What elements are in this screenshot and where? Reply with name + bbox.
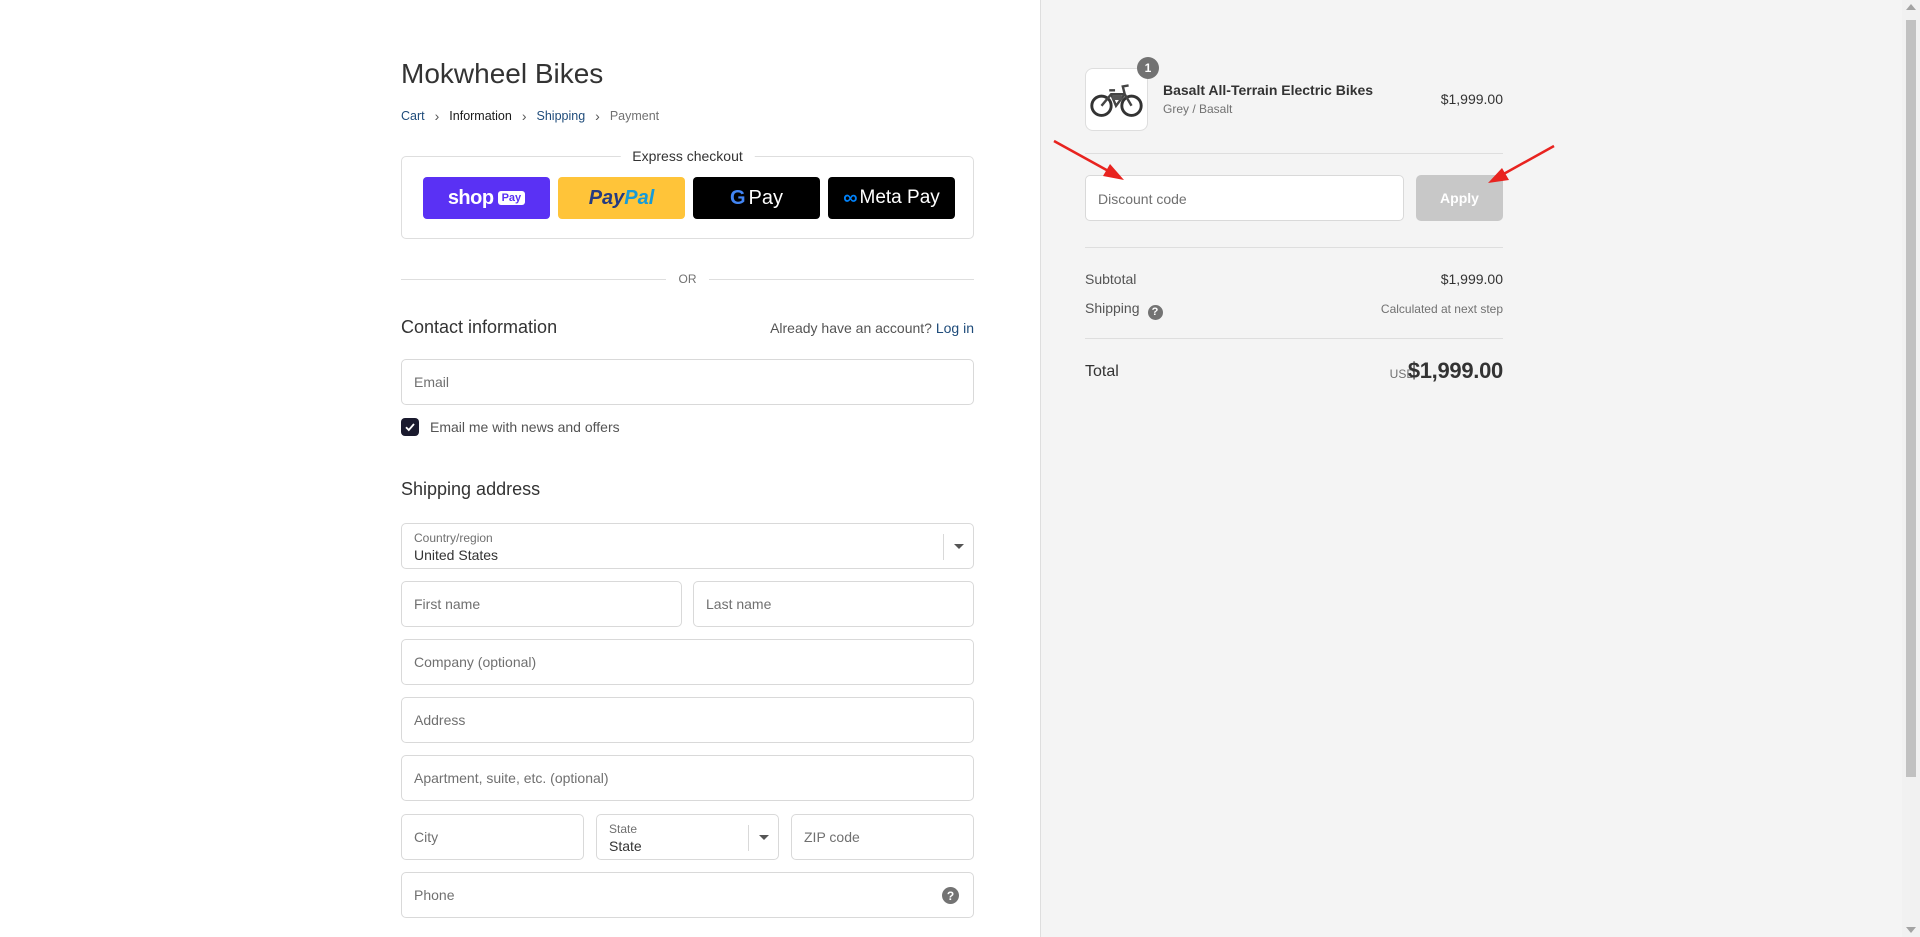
apply-button[interactable]: Apply: [1416, 175, 1503, 221]
paypal-button[interactable]: Pay Pal: [558, 177, 685, 219]
or-text: OR: [678, 272, 697, 286]
city-placeholder: City: [414, 829, 439, 845]
breadcrumb-payment: Payment: [609, 109, 660, 123]
discount-code-placeholder: Discount code: [1098, 191, 1187, 207]
last-name-field[interactable]: Last name: [693, 581, 974, 627]
product-thumbnail: [1085, 68, 1148, 131]
breadcrumb-cart[interactable]: Cart: [401, 109, 425, 123]
state-value: State: [609, 838, 642, 854]
electric-bike-image: [1090, 84, 1143, 117]
scroll-down-arrow-icon[interactable]: [1906, 927, 1916, 933]
newsletter-label: Email me with news and offers: [430, 419, 620, 435]
contact-information-title: Contact information: [401, 317, 558, 337]
google-pay-label: Pay: [748, 186, 784, 209]
company-placeholder: Company (optional): [414, 654, 537, 670]
zip-code-field[interactable]: ZIP code: [791, 814, 974, 860]
store-title[interactable]: Mokwheel Bikes: [401, 58, 603, 90]
scroll-up-arrow-icon[interactable]: [1906, 4, 1916, 10]
express-checkout-label: Express checkout: [620, 148, 755, 164]
apartment-placeholder: Apartment, suite, etc. (optional): [414, 770, 609, 786]
account-prompt-text: Already have an account?: [770, 320, 932, 336]
state-select[interactable]: State State: [596, 814, 779, 860]
country-value: United States: [414, 547, 499, 563]
newsletter-checkbox-row[interactable]: Email me with news and offers: [401, 418, 620, 436]
divider: [1085, 247, 1503, 248]
chevron-down-icon: [748, 825, 778, 851]
product-variant: Grey / Basalt: [1163, 102, 1233, 116]
scrollbar-thumb[interactable]: [1906, 20, 1916, 777]
zip-code-placeholder: ZIP code: [804, 829, 860, 845]
email-placeholder: Email: [414, 374, 450, 390]
shipping-label: Shipping: [1085, 300, 1140, 316]
log-in-link[interactable]: Log in: [936, 320, 974, 336]
apartment-field[interactable]: Apartment, suite, etc. (optional): [401, 755, 974, 801]
meta-pay-button[interactable]: ∞ Meta Pay: [828, 177, 955, 219]
subtotal-value: $1,999.00: [1440, 271, 1503, 287]
address-field[interactable]: Address: [401, 697, 974, 743]
first-name-placeholder: First name: [414, 596, 481, 612]
divider: [1085, 338, 1503, 339]
help-icon[interactable]: ?: [1147, 304, 1163, 320]
meta-logo-icon: ∞: [843, 186, 858, 209]
page-scrollbar[interactable]: [1902, 0, 1920, 937]
newsletter-checkbox[interactable]: [401, 418, 419, 436]
total-value: $1,999.00: [1407, 358, 1503, 383]
phone-placeholder: Phone: [414, 887, 455, 903]
meta-pay-label: Meta Pay: [859, 187, 940, 208]
product-price: $1,999.00: [1440, 91, 1503, 107]
shipping-address-title: Shipping address: [401, 479, 541, 499]
paypal-logo-part1: Pay: [588, 186, 625, 209]
shop-pay-button[interactable]: shop Pay: [423, 177, 550, 219]
chevron-right-icon: ›: [595, 108, 600, 124]
address-placeholder: Address: [414, 712, 466, 728]
checkout-form-pane: Mokwheel Bikes Cart › Information › Ship…: [0, 0, 1040, 937]
account-prompt: Already have an account? Log in: [770, 320, 974, 336]
divider-line: [401, 279, 666, 280]
breadcrumb-information: Information: [449, 109, 512, 123]
google-g-icon: G: [729, 186, 746, 209]
product-name: Basalt All-Terrain Electric Bikes: [1163, 82, 1374, 98]
paypal-logo-part2: Pal: [624, 186, 655, 209]
city-field[interactable]: City: [401, 814, 584, 860]
discount-code-field[interactable]: Discount code: [1085, 175, 1404, 221]
last-name-placeholder: Last name: [706, 596, 772, 612]
quantity-badge: 1: [1137, 57, 1159, 79]
country-label: Country/region: [414, 531, 493, 545]
help-icon[interactable]: ?: [942, 887, 959, 904]
chevron-right-icon: ›: [521, 108, 527, 124]
phone-field[interactable]: Phone ?: [401, 872, 974, 918]
chevron-down-icon: [943, 534, 973, 560]
first-name-field[interactable]: First name: [401, 581, 682, 627]
shop-pay-logo: shop: [447, 186, 494, 209]
order-summary-pane: 1 Basalt All-Terrain Electric Bikes Grey…: [1040, 0, 1902, 937]
divider-line: [709, 279, 974, 280]
shipping-value: Calculated at next step: [1380, 302, 1503, 316]
email-field[interactable]: Email: [401, 359, 974, 405]
subtotal-label: Subtotal: [1085, 271, 1137, 287]
company-field[interactable]: Company (optional): [401, 639, 974, 685]
or-divider: OR: [401, 270, 974, 288]
shipping-label-row: Shipping?: [1085, 300, 1163, 320]
total-label: Total: [1085, 363, 1119, 380]
chevron-right-icon: ›: [434, 108, 440, 124]
breadcrumb: Cart › Information › Shipping › Payment: [401, 108, 659, 124]
checkmark-icon: [405, 423, 415, 432]
express-checkout-box: Express checkout shop Pay Pay Pal G Pay ∞…: [401, 148, 974, 239]
google-pay-button[interactable]: G Pay: [693, 177, 820, 219]
country-select[interactable]: Country/region United States: [401, 523, 974, 569]
breadcrumb-shipping[interactable]: Shipping: [537, 109, 586, 123]
shop-pay-tag: Pay: [497, 191, 526, 205]
state-label: State: [609, 822, 638, 836]
divider: [1085, 153, 1503, 154]
